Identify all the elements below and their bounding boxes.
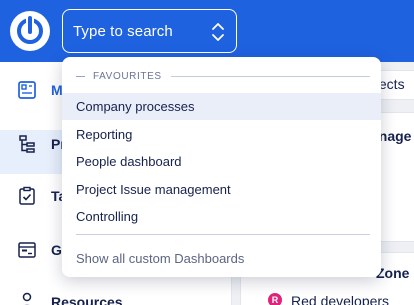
- zone-heading: Zone: [376, 265, 410, 281]
- sidebar-item-label[interactable]: M: [51, 82, 63, 98]
- chevron-up-down-icon: [212, 23, 224, 41]
- dropdown-item-label: People dashboard: [76, 154, 182, 169]
- dashboard-icon[interactable]: [17, 80, 37, 100]
- divider: [76, 234, 370, 235]
- dropdown-item-label: Project Issue management: [76, 182, 231, 197]
- tree-structure-icon[interactable]: [17, 134, 37, 154]
- dropdown-item[interactable]: People dashboard: [62, 148, 381, 175]
- dropdown-item[interactable]: Reporting: [62, 121, 381, 148]
- show-all-dashboards-link[interactable]: Show all custom Dashboards: [76, 251, 244, 266]
- sidebar-item-label[interactable]: Resources: [51, 294, 123, 305]
- dropdown-item[interactable]: Company processes: [62, 93, 381, 120]
- search-placeholder: Type to search: [73, 23, 173, 40]
- dropdown-item-label: Controlling: [76, 209, 139, 224]
- search-select[interactable]: Type to search: [62, 9, 237, 53]
- divider: [76, 76, 85, 77]
- dropdown-item[interactable]: Project Issue management: [62, 176, 381, 203]
- team-name[interactable]: Red developers: [291, 293, 389, 305]
- sidebar-item-label[interactable]: G: [51, 242, 62, 258]
- dropdown-item-label: Company processes: [76, 99, 195, 114]
- person-icon[interactable]: [17, 291, 37, 305]
- top-bar: Type to search: [0, 0, 414, 62]
- app-logo-icon[interactable]: [10, 11, 50, 51]
- gantt-chart-icon[interactable]: [17, 240, 37, 260]
- team-badge: R: [268, 293, 282, 305]
- favourites-section-label: FAVOURITES: [93, 71, 162, 82]
- dashboard-dropdown: FAVOURITES Company processes Reporting P…: [62, 57, 381, 277]
- divider: [171, 76, 370, 77]
- dropdown-item-label: Reporting: [76, 127, 133, 142]
- dropdown-item[interactable]: Controlling: [62, 203, 381, 230]
- clipboard-check-icon[interactable]: [17, 186, 37, 206]
